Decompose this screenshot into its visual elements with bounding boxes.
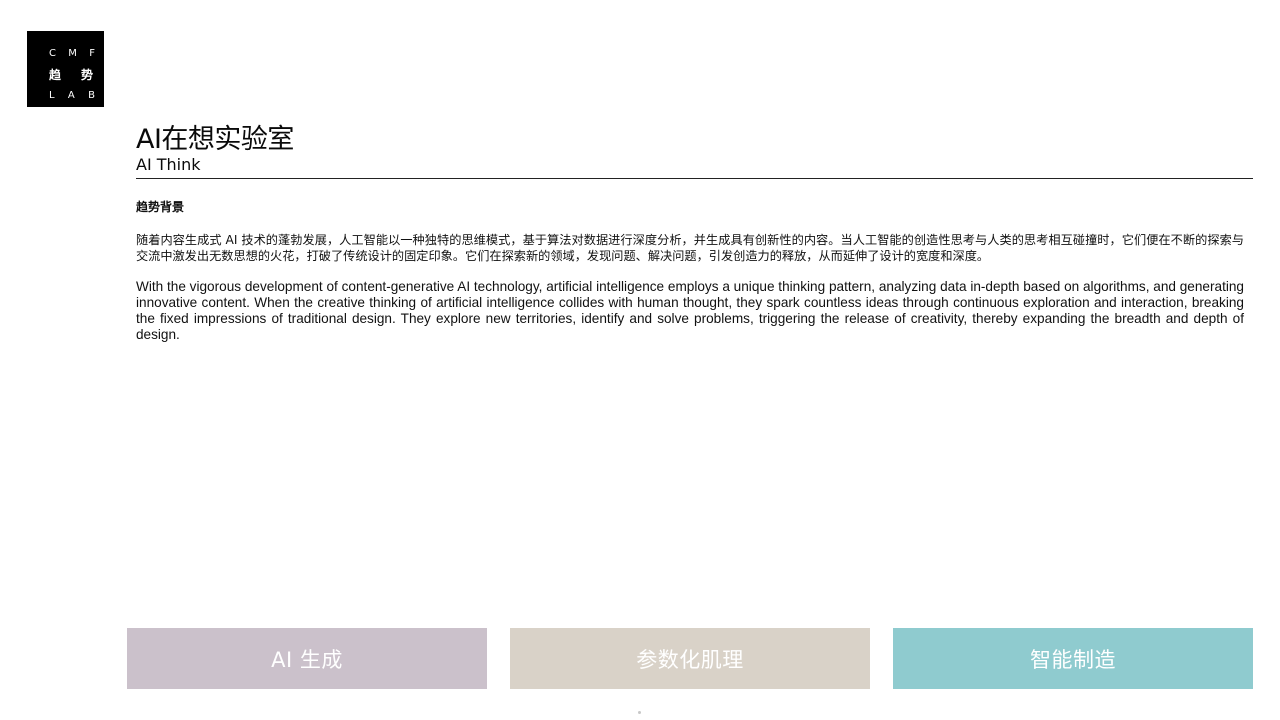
page-subtitle: AI Think xyxy=(136,155,201,174)
logo-letter: M xyxy=(68,47,77,59)
tile-intelligent-manufacturing[interactable]: 智能制造 xyxy=(893,628,1253,689)
logo-letter: 趋 xyxy=(49,67,62,82)
paragraph-english: With the vigorous development of content… xyxy=(136,279,1244,342)
logo-letter: B xyxy=(88,89,95,101)
logo-letter: L xyxy=(49,89,55,101)
logo-letter: 势 xyxy=(80,67,93,82)
logo-row-cmf: C M F xyxy=(49,43,95,64)
logo-letter: F xyxy=(89,47,95,59)
logo-letter: C xyxy=(49,47,56,59)
cmf-trend-lab-logo: C M F 趋 势 L A B xyxy=(27,31,104,107)
section-heading: 趋势背景 xyxy=(136,200,185,214)
logo-row-trend: 趋 势 xyxy=(49,64,93,85)
logo-letter: A xyxy=(67,89,75,101)
tile-label: 参数化肌理 xyxy=(636,647,744,672)
title-divider xyxy=(136,178,1253,179)
page-title: AI在想实验室 xyxy=(136,124,294,155)
paragraph-chinese: 随着内容生成式 AI 技术的蓬勃发展，人工智能以一种独特的思维模式，基于算法对数… xyxy=(136,233,1244,263)
tile-ai-generation[interactable]: AI 生成 xyxy=(127,628,487,689)
page-indicator-dot xyxy=(638,711,641,714)
tile-label: AI 生成 xyxy=(271,647,343,672)
tile-parametric-texture[interactable]: 参数化肌理 xyxy=(510,628,870,689)
tile-label: 智能制造 xyxy=(1030,647,1116,672)
logo-row-lab: L A B xyxy=(49,85,95,106)
